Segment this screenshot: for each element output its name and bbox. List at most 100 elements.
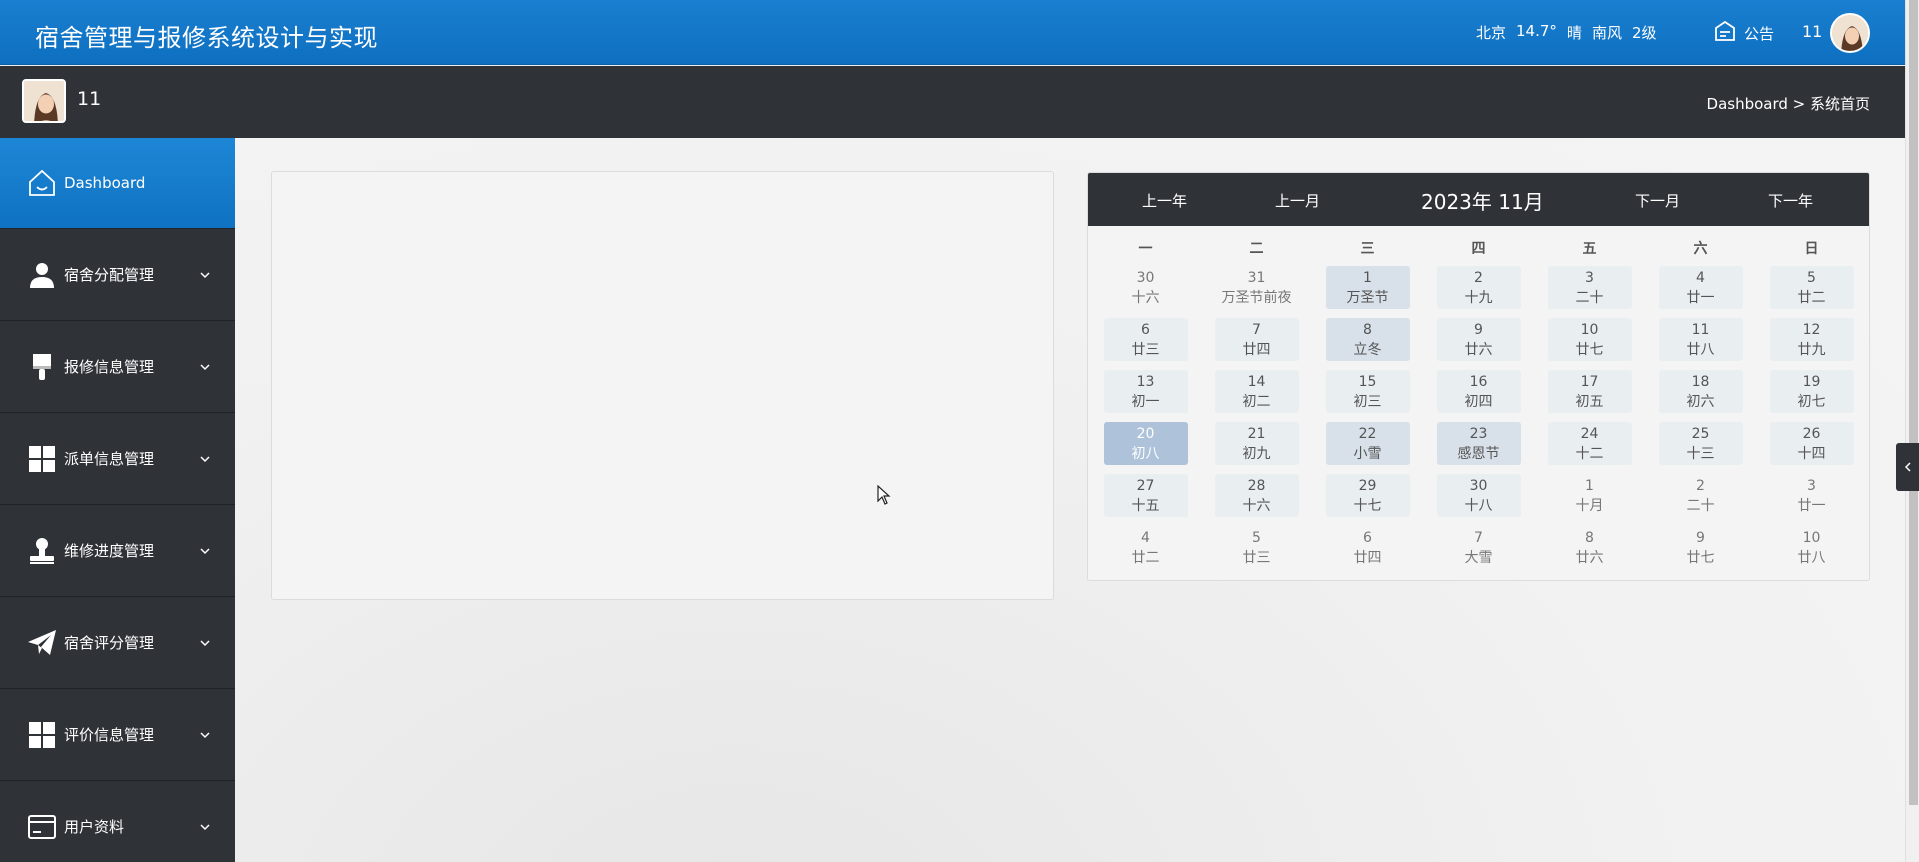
calendar-day-cell[interactable]: 3 二十 <box>1547 266 1632 309</box>
calendar-day-cell[interactable]: 13 初一 <box>1103 370 1188 413</box>
calendar-day[interactable]: 10 廿七 <box>1534 316 1645 368</box>
sidebar-item-evaluation-info[interactable]: 评价信息管理 <box>0 689 235 781</box>
calendar-day-cell[interactable]: 3 廿一 <box>1770 474 1854 517</box>
calendar-day-cell[interactable]: 1 万圣节 <box>1325 266 1410 309</box>
calendar-day-cell[interactable]: 1 十月 <box>1548 474 1632 517</box>
calendar-day[interactable]: 3 二十 <box>1534 264 1645 316</box>
next-month-button[interactable]: 下一月 <box>1635 190 1680 211</box>
sidebar-item-dispatch-info[interactable]: 派单信息管理 <box>0 413 235 505</box>
calendar-day-cell[interactable]: 2 二十 <box>1659 474 1743 517</box>
calendar-day[interactable]: 28 十六 <box>1201 472 1312 524</box>
calendar-day[interactable]: 2 二十 <box>1645 472 1756 524</box>
calendar-day[interactable]: 9 廿七 <box>1645 524 1756 576</box>
calendar-day-cell[interactable]: 10 廿八 <box>1770 526 1854 569</box>
calendar-day[interactable]: 22 小雪 <box>1312 420 1423 472</box>
calendar-day-cell[interactable]: 15 初三 <box>1325 370 1410 413</box>
page-scrollbar[interactable] <box>1905 0 1919 862</box>
calendar-day[interactable]: 11 廿八 <box>1645 316 1756 368</box>
calendar-day-cell[interactable]: 6 廿三 <box>1103 318 1188 361</box>
calendar-day[interactable]: 8 廿六 <box>1534 524 1645 576</box>
calendar-day[interactable]: 24 十二 <box>1534 420 1645 472</box>
notice-button[interactable]: 公告 <box>1713 19 1774 47</box>
calendar-day[interactable]: 26 十四 <box>1756 420 1867 472</box>
calendar-day[interactable]: 30 十六 <box>1090 264 1201 316</box>
sidebar-item-dorm-rating[interactable]: 宿舍评分管理 <box>0 597 235 689</box>
calendar-day-cell[interactable]: 30 十八 <box>1436 474 1521 517</box>
calendar-day-cell[interactable]: 14 初二 <box>1214 370 1299 413</box>
sidebar-item-dorm-allocation[interactable]: 宿舍分配管理 <box>0 229 235 321</box>
calendar-day[interactable]: 7 廿四 <box>1201 316 1312 368</box>
calendar-day-cell[interactable]: 17 初五 <box>1547 370 1632 413</box>
calendar-day-cell[interactable]: 30 十六 <box>1104 266 1188 309</box>
calendar-day[interactable]: 13 初一 <box>1090 368 1201 420</box>
calendar-day[interactable]: 4 廿一 <box>1645 264 1756 316</box>
calendar-day-cell[interactable]: 23 感恩节 <box>1436 422 1521 465</box>
calendar-day[interactable]: 20 初八 <box>1090 420 1201 472</box>
calendar-day-cell[interactable]: 24 十二 <box>1547 422 1632 465</box>
calendar-day[interactable]: 19 初七 <box>1756 368 1867 420</box>
calendar-day-cell[interactable]: 25 十三 <box>1658 422 1743 465</box>
calendar-day[interactable]: 29 十七 <box>1312 472 1423 524</box>
prev-month-button[interactable]: 上一月 <box>1275 190 1320 211</box>
calendar-day-cell[interactable]: 12 廿九 <box>1769 318 1854 361</box>
calendar-day-cell[interactable]: 22 小雪 <box>1325 422 1410 465</box>
calendar-day[interactable]: 16 初四 <box>1423 368 1534 420</box>
calendar-day-cell[interactable]: 20 初八 <box>1103 422 1188 465</box>
calendar-day-cell[interactable]: 31 万圣节前夜 <box>1215 266 1299 309</box>
calendar-day[interactable]: 1 十月 <box>1534 472 1645 524</box>
calendar-day[interactable]: 2 十九 <box>1423 264 1534 316</box>
calendar-day-cell[interactable]: 6 廿四 <box>1326 526 1410 569</box>
user-avatar[interactable] <box>22 79 66 123</box>
prev-year-button[interactable]: 上一年 <box>1142 190 1187 211</box>
calendar-day-cell[interactable]: 8 廿六 <box>1548 526 1632 569</box>
sidebar-item-dashboard[interactable]: Dashboard <box>0 138 235 229</box>
calendar-day-cell[interactable]: 4 廿一 <box>1658 266 1743 309</box>
calendar-day[interactable]: 30 十八 <box>1423 472 1534 524</box>
calendar-day-cell[interactable]: 7 大雪 <box>1437 526 1521 569</box>
calendar-day[interactable]: 12 廿九 <box>1756 316 1867 368</box>
calendar-day[interactable]: 7 大雪 <box>1423 524 1534 576</box>
sidebar-item-user-profile[interactable]: 用户资料 <box>0 781 235 862</box>
calendar-day-cell[interactable]: 21 初九 <box>1214 422 1299 465</box>
calendar-day[interactable]: 21 初九 <box>1201 420 1312 472</box>
calendar-day[interactable]: 4 廿二 <box>1090 524 1201 576</box>
calendar-day-cell[interactable]: 2 十九 <box>1436 266 1521 309</box>
calendar-day[interactable]: 1 万圣节 <box>1312 264 1423 316</box>
calendar-day[interactable]: 3 廿一 <box>1756 472 1867 524</box>
calendar-day[interactable]: 17 初五 <box>1534 368 1645 420</box>
sidebar-item-repair-info[interactable]: 报修信息管理 <box>0 321 235 413</box>
calendar-day-cell[interactable]: 28 十六 <box>1214 474 1299 517</box>
calendar-day[interactable]: 10 廿八 <box>1756 524 1867 576</box>
calendar-day-cell[interactable]: 5 廿二 <box>1769 266 1854 309</box>
header-user-id[interactable]: 11 <box>1802 22 1822 41</box>
calendar-day-cell[interactable]: 9 廿七 <box>1659 526 1743 569</box>
calendar-day[interactable]: 18 初六 <box>1645 368 1756 420</box>
calendar-day-cell[interactable]: 26 十四 <box>1769 422 1854 465</box>
calendar-day-cell[interactable]: 8 立冬 <box>1325 318 1410 361</box>
calendar-day[interactable]: 8 立冬 <box>1312 316 1423 368</box>
calendar-day[interactable]: 25 十三 <box>1645 420 1756 472</box>
calendar-day[interactable]: 14 初二 <box>1201 368 1312 420</box>
calendar-day-cell[interactable]: 4 廿二 <box>1104 526 1188 569</box>
next-year-button[interactable]: 下一年 <box>1768 190 1813 211</box>
calendar-day[interactable]: 31 万圣节前夜 <box>1201 264 1312 316</box>
calendar-day-cell[interactable]: 11 廿八 <box>1658 318 1743 361</box>
sidebar-item-repair-progress[interactable]: 维修进度管理 <box>0 505 235 597</box>
calendar-day[interactable]: 6 廿三 <box>1090 316 1201 368</box>
calendar-day-cell[interactable]: 5 廿三 <box>1215 526 1299 569</box>
calendar-day-cell[interactable]: 27 十五 <box>1103 474 1188 517</box>
calendar-day[interactable]: 15 初三 <box>1312 368 1423 420</box>
calendar-day[interactable]: 5 廿二 <box>1756 264 1867 316</box>
calendar-day-cell[interactable]: 7 廿四 <box>1214 318 1299 361</box>
scrollbar-thumb[interactable] <box>1909 0 1918 805</box>
calendar-day-cell[interactable]: 29 十七 <box>1325 474 1410 517</box>
calendar-day-cell[interactable]: 16 初四 <box>1436 370 1521 413</box>
calendar-day-cell[interactable]: 10 廿七 <box>1547 318 1632 361</box>
calendar-day-cell[interactable]: 19 初七 <box>1769 370 1854 413</box>
calendar-day[interactable]: 27 十五 <box>1090 472 1201 524</box>
calendar-day[interactable]: 5 廿三 <box>1201 524 1312 576</box>
header-avatar[interactable] <box>1830 13 1870 53</box>
calendar-day[interactable]: 6 廿四 <box>1312 524 1423 576</box>
calendar-day[interactable]: 23 感恩节 <box>1423 420 1534 472</box>
calendar-day-cell[interactable]: 18 初六 <box>1658 370 1743 413</box>
